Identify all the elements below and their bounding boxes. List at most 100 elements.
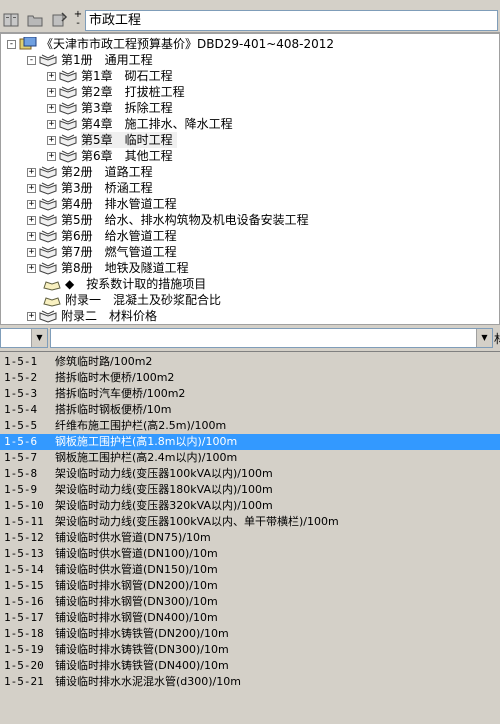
tree-node-volume-4[interactable]: + 第4册 排水管道工程 xyxy=(27,196,497,212)
book-icon xyxy=(39,181,57,195)
tree-label: 第7册 燃气管道工程 xyxy=(61,245,177,259)
chevron-down-icon[interactable]: ▼ xyxy=(31,329,47,347)
open-book-icon[interactable] xyxy=(2,11,20,29)
tree-label: 第3章 拆除工程 xyxy=(81,101,173,115)
list-item[interactable]: 1-5-19 铺设临时排水铸铁管(DN300)/10m xyxy=(0,642,500,658)
item-description: 搭拆临时木便桥/100m2 xyxy=(55,371,175,384)
expand-icon[interactable]: + xyxy=(47,104,56,113)
expand-icon[interactable]: + xyxy=(27,216,36,225)
tree-node-root[interactable]: - 《天津市市政工程预算基价》DBD29-401~408-2012 xyxy=(7,36,497,52)
catalog-icon xyxy=(19,36,37,51)
item-description: 搭拆临时钢板便桥/10m xyxy=(55,403,172,416)
filter-bar: ▼ ▼ 林 xyxy=(0,326,500,350)
tree-node-chapter-5[interactable]: + 第5章 临时工程 xyxy=(47,132,497,148)
tree-node-volume-7[interactable]: + 第7册 燃气管道工程 xyxy=(27,244,497,260)
expand-icon[interactable]: + xyxy=(27,264,36,273)
tree-label: 第6册 给水管道工程 xyxy=(61,229,177,243)
filter-type-select[interactable]: ▼ xyxy=(0,328,48,348)
list-item[interactable]: 1-5-3 搭拆临时汽车便桥/100m2 xyxy=(0,386,500,402)
expand-icon[interactable]: + xyxy=(47,152,56,161)
toolbar: + - 市政工程 xyxy=(0,8,500,33)
list-item[interactable]: 1-5-9 架设临时动力线(变压器180kVA以内)/100m xyxy=(0,482,500,498)
list-item[interactable]: 1-5-1 修筑临时路/100m2 xyxy=(0,354,500,370)
expand-icon[interactable]: + xyxy=(27,184,36,193)
item-code: 1-5-1 xyxy=(4,355,38,368)
list-item[interactable]: 1-5-7 钢板施工围护栏(高2.4m以内)/100m xyxy=(0,450,500,466)
filter-value-select[interactable]: ▼ xyxy=(50,328,493,348)
list-item[interactable]: 1-5-6 钢板施工围护栏(高1.8m以内)/100m xyxy=(0,434,500,450)
spin-down-button[interactable]: - xyxy=(72,19,84,29)
tree-label: 第6章 其他工程 xyxy=(81,149,173,163)
item-description: 铺设临时排水钢管(DN300)/10m xyxy=(55,595,218,608)
expand-icon[interactable]: + xyxy=(47,136,56,145)
tree-node-chapter-2[interactable]: + 第2章 打拔桩工程 xyxy=(47,84,497,100)
item-description: 铺设临时排水钢管(DN200)/10m xyxy=(55,579,218,592)
list-item[interactable]: 1-5-15 铺设临时排水钢管(DN200)/10m xyxy=(0,578,500,594)
tree-node-appendix-1[interactable]: 附录一 混凝土及砂浆配合比 xyxy=(39,292,497,308)
search-input[interactable]: 市政工程 xyxy=(85,10,498,31)
folder-icon[interactable] xyxy=(26,11,44,29)
list-item[interactable]: 1-5-13 铺设临时供水管道(DN100)/10m xyxy=(0,546,500,562)
tree-label: 第1章 砌石工程 xyxy=(81,69,173,83)
list-item[interactable]: 1-5-18 铺设临时排水铸铁管(DN200)/10m xyxy=(0,626,500,642)
expand-icon[interactable]: + xyxy=(27,312,36,321)
collapse-icon[interactable]: - xyxy=(7,40,16,49)
book-icon xyxy=(59,85,77,99)
tree-node-volume-8[interactable]: + 第8册 地铁及隧道工程 xyxy=(27,260,497,276)
list-item[interactable]: 1-5-11 架设临时动力线(变压器100kVA以内、单干带横栏)/100m xyxy=(0,514,500,530)
list-item[interactable]: 1-5-8 架设临时动力线(变压器100kVA以内)/100m xyxy=(0,466,500,482)
book-icon xyxy=(39,53,57,67)
list-item[interactable]: 1-5-14 铺设临时供水管道(DN150)/10m xyxy=(0,562,500,578)
tree-node-appendix-2[interactable]: + 附录二 材料价格 xyxy=(27,308,497,324)
tree-node-chapter-4[interactable]: + 第4章 施工排水、降水工程 xyxy=(47,116,497,132)
item-code: 1-5-5 xyxy=(4,419,38,432)
tree-node-chapter-1[interactable]: + 第1章 砌石工程 xyxy=(47,68,497,84)
item-description: 架设临时动力线(变压器320kVA以内)/100m xyxy=(55,499,273,512)
expand-icon[interactable]: + xyxy=(47,72,56,81)
list-item[interactable]: 1-5-4 搭拆临时钢板便桥/10m xyxy=(0,402,500,418)
book-icon xyxy=(59,117,77,131)
expand-icon[interactable]: + xyxy=(27,168,36,177)
tree-node-volume-1[interactable]: - 第1册 通用工程 xyxy=(27,52,497,68)
item-code: 1-5-7 xyxy=(4,451,38,464)
list-item[interactable]: 1-5-21 铺设临时排水水泥混水管(d300)/10m xyxy=(0,674,500,690)
book-icon xyxy=(39,245,57,259)
tree-label: 第2章 打拔桩工程 xyxy=(81,85,185,99)
tree-node-chapter-6[interactable]: + 第6章 其他工程 xyxy=(47,148,497,164)
list-item[interactable]: 1-5-10 架设临时动力线(变压器320kVA以内)/100m xyxy=(0,498,500,514)
item-description: 铺设临时排水铸铁管(DN200)/10m xyxy=(55,627,229,640)
refresh-icon[interactable] xyxy=(50,11,68,29)
item-code: 1-5-11 xyxy=(4,515,44,528)
book-icon xyxy=(59,69,77,83)
item-description: 钢板施工围护栏(高2.4m以内)/100m xyxy=(55,451,238,464)
tree-node-volume-6[interactable]: + 第6册 给水管道工程 xyxy=(27,228,497,244)
collapse-icon[interactable]: - xyxy=(27,56,36,65)
item-code: 1-5-19 xyxy=(4,643,44,656)
spin-control[interactable]: + - xyxy=(72,10,84,30)
chevron-down-icon[interactable]: ▼ xyxy=(476,329,492,347)
expand-icon[interactable]: + xyxy=(27,200,36,209)
tree-node-measures[interactable]: ◆ 按系数计取的措施项目 xyxy=(39,276,497,292)
tree-view[interactable]: - 《天津市市政工程预算基价》DBD29-401~408-2012 - 第1册 … xyxy=(0,33,500,325)
tree-node-volume-2[interactable]: + 第2册 道路工程 xyxy=(27,164,497,180)
list-item[interactable]: 1-5-20 铺设临时排水铸铁管(DN400)/10m xyxy=(0,658,500,674)
list-item[interactable]: 1-5-5 纤维布施工围护栏(高2.5m)/100m xyxy=(0,418,500,434)
item-code: 1-5-21 xyxy=(4,675,44,688)
list-item[interactable]: 1-5-17 铺设临时排水钢管(DN400)/10m xyxy=(0,610,500,626)
book-icon xyxy=(39,213,57,227)
list-item[interactable]: 1-5-16 铺设临时排水钢管(DN300)/10m xyxy=(0,594,500,610)
expand-icon[interactable]: + xyxy=(47,88,56,97)
book-icon xyxy=(39,229,57,243)
expand-icon[interactable]: + xyxy=(27,248,36,257)
item-code: 1-5-8 xyxy=(4,467,38,480)
tree-node-volume-5[interactable]: + 第5册 给水、排水构筑物及机电设备安装工程 xyxy=(27,212,497,228)
item-list[interactable]: 1-5-1 修筑临时路/100m2 1-5-2 搭拆临时木便桥/100m2 1-5-3 搭… xyxy=(0,351,500,724)
list-item[interactable]: 1-5-12 铺设临时供水管道(DN75)/10m xyxy=(0,530,500,546)
expand-icon[interactable]: + xyxy=(47,120,56,129)
tree-node-volume-3[interactable]: + 第3册 桥涵工程 xyxy=(27,180,497,196)
tree-node-chapter-3[interactable]: + 第3章 拆除工程 xyxy=(47,100,497,116)
expand-icon[interactable]: + xyxy=(27,232,36,241)
tree-label: 第5册 给水、排水构筑物及机电设备安装工程 xyxy=(61,213,309,227)
item-code: 1-5-16 xyxy=(4,595,44,608)
list-item[interactable]: 1-5-2 搭拆临时木便桥/100m2 xyxy=(0,370,500,386)
